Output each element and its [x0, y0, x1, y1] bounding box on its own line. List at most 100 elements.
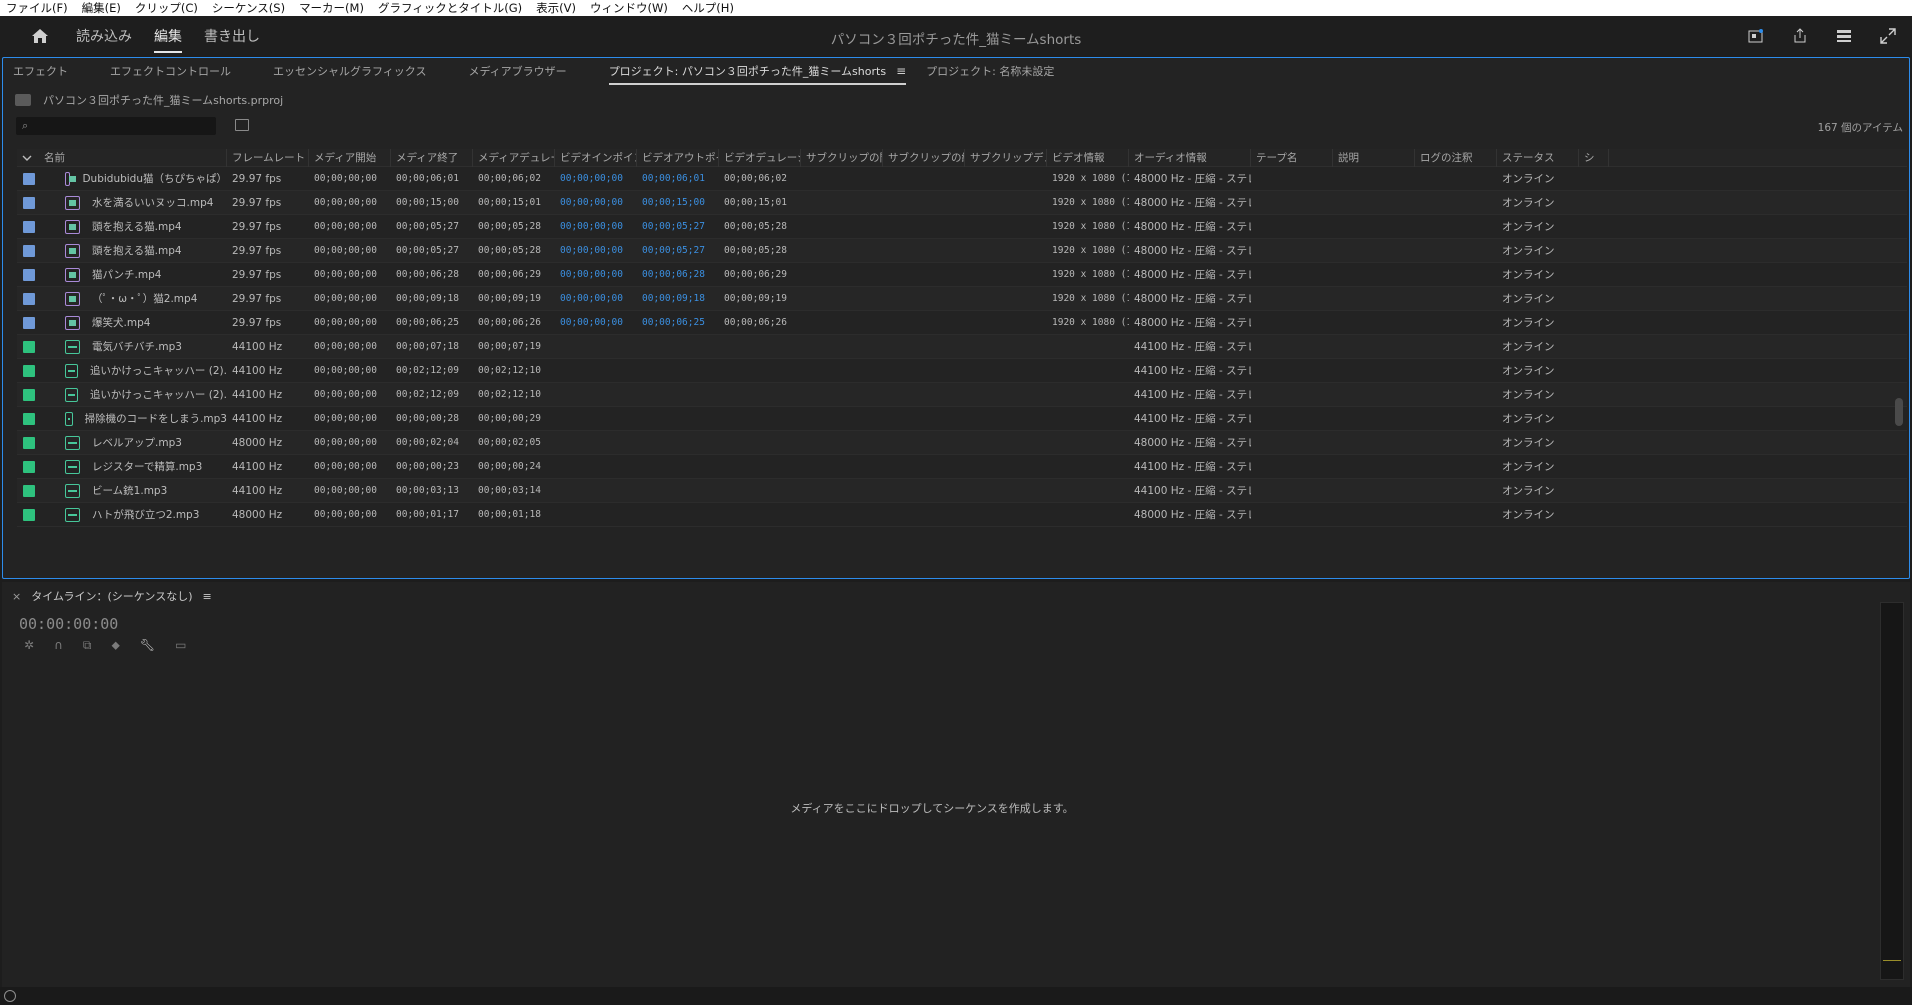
workspace-tab[interactable]: 読み込み	[76, 18, 132, 54]
cell-video-out[interactable]: 00;00;06;01	[637, 167, 719, 191]
cell-video-out[interactable]	[637, 479, 719, 503]
creative-cloud-icon[interactable]	[4, 990, 16, 1002]
table-row[interactable]: 追いかけっこキャッハー (2). 44100 Hz 00;00;00;00 00;02…	[17, 359, 1907, 383]
label-color-swatch[interactable]	[23, 172, 35, 185]
cell-video-out[interactable]: 00;00;09;18	[637, 287, 719, 311]
panel-tab[interactable]: プロジェクト: 名称未設定	[926, 57, 1054, 85]
column-header[interactable]: サブクリップデュレーション	[965, 149, 1047, 167]
label-color-swatch[interactable]	[23, 436, 35, 449]
column-header[interactable]: メディアデュレーション	[473, 149, 555, 167]
table-row[interactable]: 頭を抱える猫.mp4 29.97 fps 00;00;00;00 00;00;05;2…	[17, 215, 1907, 239]
add-marker-icon[interactable]: ⬥	[111, 638, 119, 653]
cell-video-in[interactable]	[555, 503, 637, 527]
clip-name[interactable]: 水を満るいいヌッコ.mp4	[92, 195, 213, 210]
cell-video-out[interactable]: 00;00;05;27	[637, 215, 719, 239]
clip-name[interactable]: （ﾟ・ω・ﾟ）猫2.mp4	[92, 291, 197, 306]
column-header[interactable]: オーディオ情報	[1129, 149, 1251, 167]
panel-menu-icon[interactable]: ≡	[202, 590, 211, 603]
table-row[interactable]: 電気バチバチ.mp3 44100 Hz 00;00;00;00 00;00;07;18…	[17, 335, 1907, 359]
column-header[interactable]: メディア終了	[391, 149, 473, 167]
cell-video-in[interactable]	[555, 479, 637, 503]
column-header[interactable]: ステータス	[1497, 149, 1579, 167]
label-color-swatch[interactable]	[23, 388, 35, 401]
cell-video-out[interactable]: 00;00;06;28	[637, 263, 719, 287]
panel-tab[interactable]: メディアブラウザー	[468, 57, 566, 85]
menu-item[interactable]: ファイル(F)	[6, 0, 68, 16]
label-color-swatch[interactable]	[23, 484, 35, 497]
table-row[interactable]: Dubidubidu猫（ちぴちゃぱ） 29.97 fps 00;00;00;00 00…	[17, 167, 1907, 191]
label-color-swatch[interactable]	[23, 292, 35, 305]
table-row[interactable]: 水を満るいいヌッコ.mp4 29.97 fps 00;00;00;00 00;00;1…	[17, 191, 1907, 215]
label-color-swatch[interactable]	[23, 220, 35, 233]
home-icon[interactable]	[26, 23, 54, 49]
cell-video-in[interactable]: 00;00;00;00	[555, 215, 637, 239]
label-color-swatch[interactable]	[23, 340, 35, 353]
panel-tab[interactable]: エッセンシャルグラフィックス	[273, 57, 426, 85]
wrench-icon[interactable]: 🔧︎	[140, 638, 155, 653]
table-row[interactable]: ビーム銃1.mp3 44100 Hz 00;00;00;00 00;00;03;13 0…	[17, 479, 1907, 503]
cell-video-in[interactable]: 00;00;00;00	[555, 311, 637, 335]
clip-name[interactable]: 頭を抱える猫.mp4	[92, 243, 182, 258]
label-color-swatch[interactable]	[23, 460, 35, 473]
table-row[interactable]: 掃除機のコードをしまう.mp3 44100 Hz 00;00;00;00 00;00;…	[17, 407, 1907, 431]
playhead-timecode[interactable]: 00:00:00:00	[19, 615, 118, 633]
column-header[interactable]: テープ名	[1251, 149, 1333, 167]
label-color-swatch[interactable]	[23, 244, 35, 257]
menu-item[interactable]: クリップ(C)	[135, 0, 198, 16]
panel-menu-icon[interactable]: ≡	[896, 64, 906, 78]
clip-name[interactable]: 頭を抱える猫.mp4	[92, 219, 182, 234]
cell-video-out[interactable]: 00;00;06;25	[637, 311, 719, 335]
column-header[interactable]: メディア開始	[309, 149, 391, 167]
menu-item[interactable]: ウィンドウ(W)	[590, 0, 668, 16]
workspaces-icon[interactable]	[1832, 24, 1856, 48]
label-color-swatch[interactable]	[23, 268, 35, 281]
column-header[interactable]: サブクリップの終了	[883, 149, 965, 167]
table-row[interactable]: 頭を抱える猫.mp4 29.97 fps 00;00;00;00 00;00;05;2…	[17, 239, 1907, 263]
clip-name[interactable]: ハトが飛び立つ2.mp3	[92, 507, 199, 522]
cell-video-out[interactable]	[637, 431, 719, 455]
label-color-swatch[interactable]	[23, 412, 35, 425]
menu-item[interactable]: ヘルプ(H)	[682, 0, 734, 16]
clip-name[interactable]: レジスターで精算.mp3	[92, 459, 202, 474]
cell-video-out[interactable]: 00;00;05;27	[637, 239, 719, 263]
cell-video-in[interactable]	[555, 359, 637, 383]
menu-item[interactable]: 編集(E)	[82, 0, 121, 16]
menu-item[interactable]: シーケンス(S)	[212, 0, 285, 16]
clip-name[interactable]: 電気バチバチ.mp3	[92, 339, 182, 354]
fullscreen-icon[interactable]	[1876, 24, 1900, 48]
column-header[interactable]: ビデオデュレーション	[719, 149, 801, 167]
clip-name[interactable]: 追いかけっこキャッハー (2).	[90, 387, 227, 402]
cell-video-out[interactable]	[637, 455, 719, 479]
menu-item[interactable]: 表示(V)	[536, 0, 576, 16]
cell-video-in[interactable]: 00;00;00;00	[555, 263, 637, 287]
nest-icon[interactable]: ✲	[24, 638, 34, 653]
project-search-input[interactable]: ⌕	[16, 117, 216, 135]
clip-name[interactable]: 追いかけっこキャッハー (2).	[90, 363, 227, 378]
clip-name[interactable]: 掃除機のコードをしまう.mp3	[85, 411, 227, 426]
cell-video-in[interactable]	[555, 335, 637, 359]
label-color-swatch[interactable]	[23, 196, 35, 209]
cell-video-in[interactable]	[555, 431, 637, 455]
cell-video-out[interactable]	[637, 359, 719, 383]
cell-video-in[interactable]	[555, 383, 637, 407]
table-row[interactable]: ハトが飛び立つ2.mp3 48000 Hz 00;00;00;00 00;00;01;…	[17, 503, 1907, 527]
column-header[interactable]: ログの注釈	[1415, 149, 1497, 167]
table-row[interactable]: （ﾟ・ω・ﾟ）猫2.mp4 29.97 fps 00;00;00;00 00;00;0…	[17, 287, 1907, 311]
column-header[interactable]: ビデオインポイント	[555, 149, 637, 167]
linked-selection-icon[interactable]: ⧉	[83, 638, 92, 653]
clip-name[interactable]: ビーム銃1.mp3	[92, 483, 167, 498]
cell-video-out[interactable]	[637, 503, 719, 527]
collapse-chevron-icon[interactable]	[17, 149, 39, 167]
column-header[interactable]: 名前	[39, 149, 227, 167]
quick-export-icon[interactable]	[1744, 24, 1768, 48]
label-color-swatch[interactable]	[23, 508, 35, 521]
vertical-scrollbar[interactable]	[1895, 398, 1903, 426]
table-row[interactable]: レジスターで精算.mp3 44100 Hz 00;00;00;00 00;00;00;…	[17, 455, 1907, 479]
snap-icon[interactable]: ∩	[54, 638, 63, 653]
column-header[interactable]: シ	[1579, 149, 1609, 167]
clip-name[interactable]: レベルアップ.mp3	[92, 435, 182, 450]
clip-name[interactable]: 猫パンチ.mp4	[92, 267, 161, 282]
workspace-tab[interactable]: 書き出し	[204, 18, 260, 54]
table-row[interactable]: レベルアップ.mp3 48000 Hz 00;00;00;00 00;00;02;04…	[17, 431, 1907, 455]
workspace-tab[interactable]: 編集	[154, 18, 182, 54]
